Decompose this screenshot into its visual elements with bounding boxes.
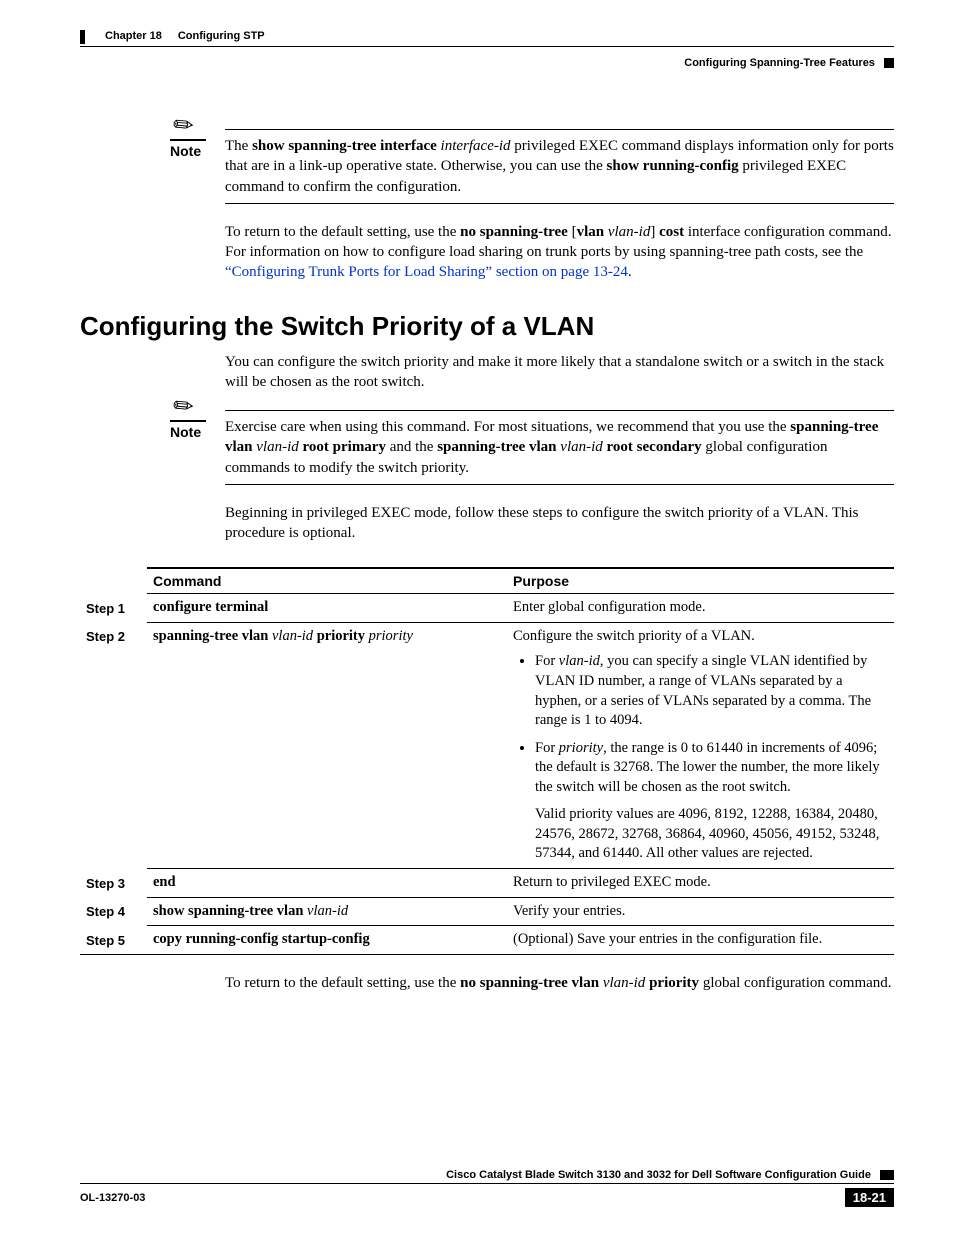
paragraph-return-default-cost: To return to the default setting, use th… [225, 222, 894, 283]
section-heading: Configuring the Switch Priority of a VLA… [80, 311, 894, 342]
link-trunk-load-sharing[interactable]: “Configuring Trunk Ports for Load Sharin… [225, 264, 628, 280]
chapter-label: Chapter 18 [105, 30, 162, 44]
step-label: Step 2 [80, 622, 147, 868]
paragraph-intro: You can configure the switch priority an… [225, 352, 894, 393]
purpose-text: Verify your entries. [507, 897, 894, 926]
chapter-title: Configuring STP [178, 30, 265, 44]
header-square-icon [884, 58, 894, 68]
section-header-text: Configuring Spanning-Tree Features [684, 57, 875, 69]
section-header: Configuring Spanning-Tree Features [80, 57, 894, 69]
purpose-text: Return to privileged EXEC mode. [507, 869, 894, 898]
step-label: Step 5 [80, 926, 147, 955]
table-header-purpose: Purpose [507, 568, 894, 594]
note-body-1: The show spanning-tree interface interfa… [225, 136, 894, 197]
table-row: Step 4 show spanning-tree vlan vlan-id V… [80, 897, 894, 926]
list-item: For vlan-id, you can specify a single VL… [535, 652, 888, 730]
step-label: Step 1 [80, 594, 147, 623]
table-row: Step 5 copy running-config startup-confi… [80, 926, 894, 955]
pencil-icon: ✎ [167, 108, 201, 143]
footer-guide-title: Cisco Catalyst Blade Switch 3130 and 303… [446, 1169, 871, 1181]
note-block-2: ✎ Note Exercise care when using this com… [170, 410, 894, 485]
list-item: For priority, the range is 0 to 61440 in… [535, 739, 888, 798]
note-label: Note [170, 139, 206, 159]
valid-values-text: Valid priority values are 4096, 8192, 12… [535, 805, 888, 864]
step-label: Step 3 [80, 869, 147, 898]
table-header-command: Command [147, 568, 507, 594]
command-text: end [153, 874, 176, 890]
note-label: Note [170, 420, 206, 440]
page-footer: Cisco Catalyst Blade Switch 3130 and 303… [80, 1169, 894, 1207]
purpose-intro: Configure the switch priority of a VLAN. [513, 627, 888, 647]
note-block-1: ✎ Note The show spanning-tree interface … [170, 129, 894, 204]
footer-square-icon [880, 1170, 894, 1180]
command-text: copy running-config startup-config [153, 931, 370, 947]
note-body-2: Exercise care when using this command. F… [225, 417, 894, 478]
purpose-text: Enter global configuration mode. [507, 594, 894, 623]
footer-page-number: 18-21 [845, 1188, 894, 1207]
table-row: Step 2 spanning-tree vlan vlan-id priori… [80, 622, 894, 868]
paragraph-procedure-intro: Beginning in privileged EXEC mode, follo… [225, 503, 894, 544]
command-text: configure terminal [153, 599, 268, 615]
paragraph-return-default-priority: To return to the default setting, use th… [225, 973, 894, 993]
pencil-icon: ✎ [167, 389, 201, 424]
page: Chapter 18 Configuring STP Configuring S… [0, 0, 954, 1235]
header-marker-icon [80, 30, 85, 44]
table-row: Step 1 configure terminal Enter global c… [80, 594, 894, 623]
procedure-table: Command Purpose Step 1 configure termina… [80, 567, 894, 954]
footer-doc-id: OL-13270-03 [80, 1192, 145, 1204]
table-row: Step 3 end Return to privileged EXEC mod… [80, 869, 894, 898]
step-label: Step 4 [80, 897, 147, 926]
running-header: Chapter 18 Configuring STP [80, 30, 894, 47]
purpose-text: (Optional) Save your entries in the conf… [507, 926, 894, 955]
